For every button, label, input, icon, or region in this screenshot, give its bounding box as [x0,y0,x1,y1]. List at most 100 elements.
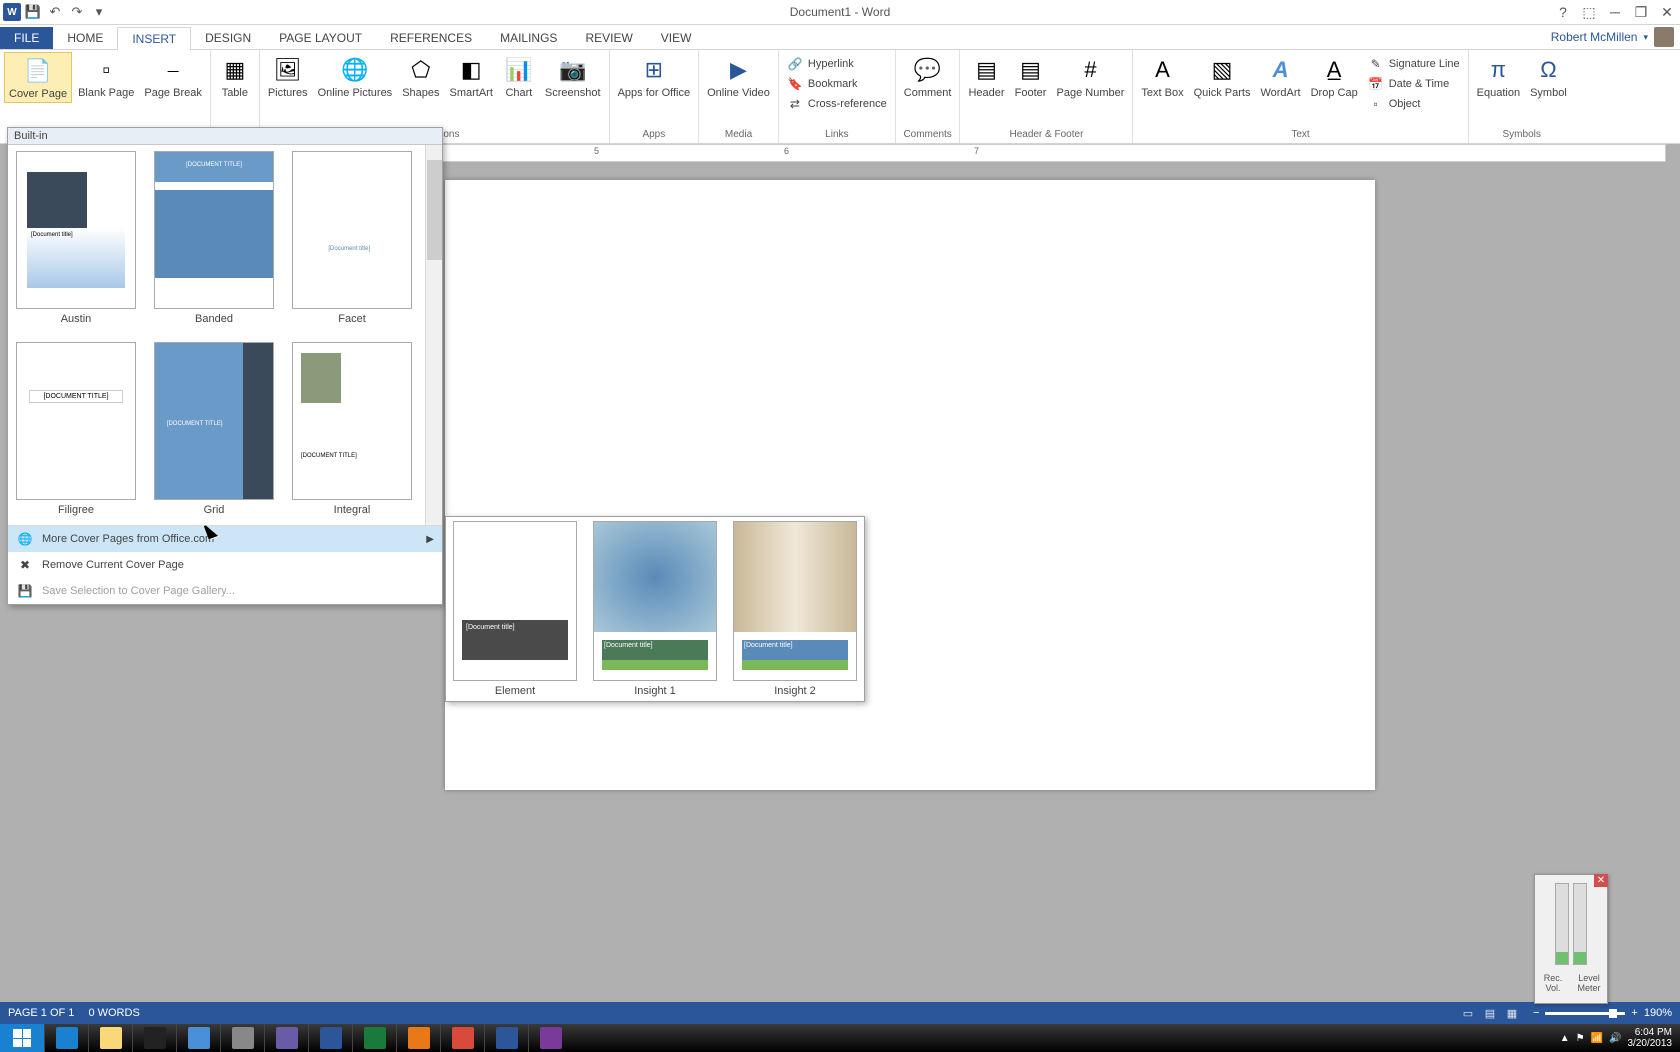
ribbon-tabs: FILE HOME INSERT DESIGN PAGE LAYOUT REFE… [0,25,1680,50]
clock-date[interactable]: 3/20/2013 [1628,1038,1673,1049]
online-video-button[interactable]: ▶Online Video [703,52,774,101]
tab-file[interactable]: FILE [0,27,53,49]
system-tray[interactable]: ▲ ⚑ 📶 🔊 6:04 PM 3/20/2013 [1560,1027,1680,1049]
taskbar-app-4[interactable] [440,1024,484,1052]
taskbar-explorer[interactable] [88,1024,132,1052]
taskbar-excel[interactable] [352,1024,396,1052]
taskbar-app-2[interactable] [220,1024,264,1052]
read-mode-button[interactable]: ▭ [1457,1004,1479,1022]
quick-parts-button[interactable]: ▧Quick Parts [1190,52,1255,101]
shapes-button[interactable]: ⬠Shapes [398,52,443,101]
taskbar-outlook[interactable] [308,1024,352,1052]
word-count[interactable]: 0 WORDS [88,1007,139,1019]
undo-icon[interactable]: ↶ [45,2,65,22]
redo-icon[interactable]: ↷ [67,2,87,22]
tray-icon[interactable]: ▲ [1560,1033,1570,1044]
online-pictures-button[interactable]: 🌐Online Pictures [314,52,397,101]
cover-filigree[interactable]: [DOCUMENT TITLE] Filigree [14,342,138,519]
tab-mailings[interactable]: MAILINGS [486,27,571,49]
zoom-in-button[interactable]: + [1631,1007,1637,1019]
taskbar-word[interactable] [484,1024,528,1052]
group-label: Links [783,128,891,141]
page-break-button[interactable]: ⎯Page Break [140,52,205,101]
zoom-control[interactable]: − + 190% [1533,1007,1672,1019]
qat-customize-icon[interactable]: ▾ [89,2,109,22]
taskbar-firefox[interactable] [396,1024,440,1052]
cover-banded[interactable]: [DOCUMENT TITLE] Banded [152,151,276,328]
taskbar-app-3[interactable] [264,1024,308,1052]
taskbar-onenote[interactable] [528,1024,572,1052]
cross-reference-button[interactable]: ⇄Cross-reference [785,94,889,114]
dropdown-scrollbar[interactable] [425,145,442,525]
comment-icon: 💬 [912,54,944,86]
flag-icon[interactable]: ⚑ [1576,1033,1585,1044]
drop-cap-button[interactable]: A̲Drop Cap [1307,52,1362,101]
date-time-button[interactable]: 📅Date & Time [1366,74,1462,94]
vm-close-button[interactable]: ✕ [1594,874,1608,887]
user-name: Robert McMillen [1551,30,1638,44]
page-number-button[interactable]: #Page Number [1053,52,1129,101]
apps-button[interactable]: ⊞Apps for Office [614,52,695,101]
taskbar-terminal[interactable] [132,1024,176,1052]
cover-integral[interactable]: [DOCUMENT TITLE] Integral [290,342,414,519]
page-indicator[interactable]: PAGE 1 OF 1 [8,1007,74,1019]
hyperlink-button[interactable]: 🔗Hyperlink [785,54,889,74]
volume-icon[interactable]: 🔊 [1609,1033,1621,1044]
blank-page-button[interactable]: ▫Blank Page [74,52,138,101]
symbol-icon: Ω [1532,54,1564,86]
volume-meter-widget[interactable]: ✕ Rec.Level Vol.Meter [1534,874,1608,1004]
cover-element[interactable]: [Document title] Element [450,521,580,697]
screenshot-button[interactable]: 📷Screenshot [541,52,605,101]
symbol-button[interactable]: ΩSymbol [1526,52,1571,101]
help-icon[interactable]: ? [1550,1,1576,23]
tab-references[interactable]: REFERENCES [376,27,486,49]
ribbon-display-icon[interactable]: ⬚ [1576,1,1602,23]
taskbar: ▲ ⚑ 📶 🔊 6:04 PM 3/20/2013 [0,1024,1680,1052]
tab-review[interactable]: REVIEW [571,27,646,49]
cover-insight-1[interactable]: [Document title] Insight 1 [590,521,720,697]
tab-page-layout[interactable]: PAGE LAYOUT [265,27,376,49]
header-button[interactable]: ▤Header [964,52,1008,101]
close-button[interactable]: ✕ [1654,1,1680,23]
object-icon: ▫ [1368,96,1384,112]
tab-insert[interactable]: INSERT [117,27,191,50]
zoom-out-button[interactable]: − [1533,1007,1539,1019]
group-label: Header & Footer [964,128,1128,141]
wordart-button[interactable]: AWordArt [1256,52,1304,101]
zoom-level[interactable]: 190% [1644,1007,1672,1019]
equation-button[interactable]: πEquation [1473,52,1524,101]
bookmark-button[interactable]: 🔖Bookmark [785,74,889,94]
tab-home[interactable]: HOME [53,27,117,49]
user-account[interactable]: Robert McMillen ▾ [1551,27,1674,47]
table-button[interactable]: ▦Table [215,52,255,101]
save-icon[interactable]: 💾 [23,2,43,22]
cover-facet[interactable]: [Document title] Facet [290,151,414,328]
tab-design[interactable]: DESIGN [191,27,265,49]
footer-button[interactable]: ▤Footer [1011,52,1051,101]
print-layout-button[interactable]: ▤ [1479,1004,1501,1022]
chart-button[interactable]: 📊Chart [499,52,539,101]
tab-view[interactable]: VIEW [647,27,706,49]
taskbar-app-1[interactable] [176,1024,220,1052]
more-cover-pages-menu[interactable]: 🌐 More Cover Pages from Office.com ▶ [8,526,442,552]
object-button[interactable]: ▫Object [1366,94,1462,114]
smartart-button[interactable]: ◧SmartArt [446,52,497,101]
text-box-button[interactable]: AText Box [1137,52,1187,101]
network-icon[interactable]: 📶 [1591,1033,1603,1044]
cover-grid[interactable]: [DOCUMENT TITLE] Grid [152,342,276,519]
clock-time[interactable]: 6:04 PM [1628,1027,1673,1038]
restore-button[interactable]: ❐ [1628,1,1654,23]
remove-cover-page-menu[interactable]: ✖ Remove Current Cover Page [8,552,442,578]
pictures-button[interactable]: 🖼Pictures [264,52,312,101]
cover-page-button[interactable]: 📄Cover Page [4,52,72,103]
word-logo-icon[interactable]: W [3,3,21,21]
taskbar-ie[interactable] [44,1024,88,1052]
web-layout-button[interactable]: ▦ [1501,1004,1523,1022]
minimize-button[interactable]: ─ [1602,1,1628,23]
signature-line-button[interactable]: ✎Signature Line [1366,54,1462,74]
drop-cap-icon: A̲ [1318,54,1350,86]
cover-insight-2[interactable]: [Document title] Insight 2 [730,521,860,697]
start-button[interactable] [0,1024,44,1052]
comment-button[interactable]: 💬Comment [900,52,956,101]
cover-austin[interactable]: [Document title] Austin [14,151,138,328]
